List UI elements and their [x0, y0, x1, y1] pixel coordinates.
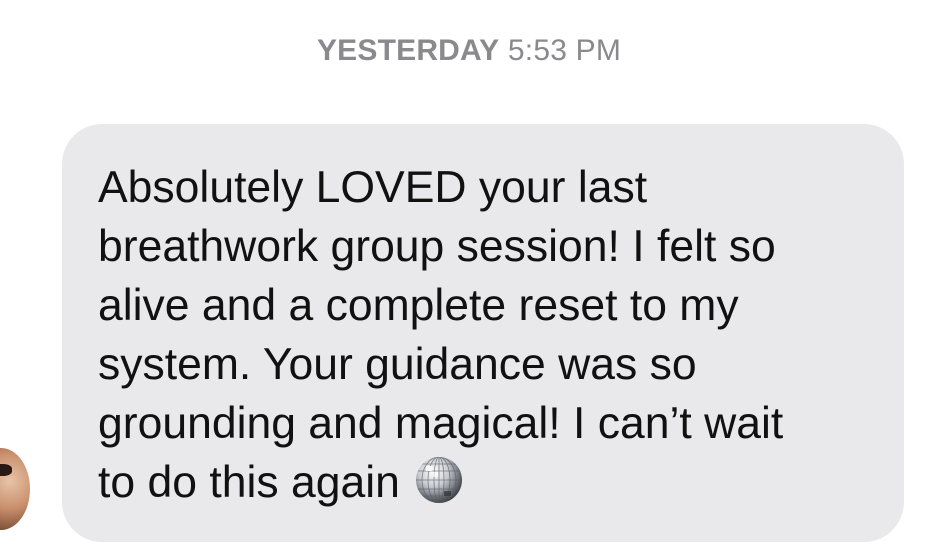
avatar-sunglasses [0, 464, 12, 476]
message-line-6: to do this again [98, 458, 400, 507]
message-line-5: grounding and magical! I can’t wait [98, 399, 784, 448]
mirror-ball-icon [414, 455, 464, 505]
incoming-message-bubble[interactable]: Absolutely LOVED your last breathwork gr… [62, 124, 904, 542]
message-line-4: system. Your guidance was so [98, 340, 697, 389]
message-timestamp: YESTERDAY 5:53 PM [0, 34, 938, 68]
timestamp-time: 5:53 PM [507, 34, 622, 67]
message-line-6-wrapper: to do this again [98, 453, 868, 512]
sender-avatar[interactable] [0, 448, 30, 530]
message-line-1: Absolutely LOVED your last [98, 163, 648, 212]
message-line-3: alive and a complete reset to my [98, 281, 739, 330]
message-line-2: breathwork group session! I felt so [98, 222, 776, 271]
timestamp-day: YESTERDAY [316, 34, 500, 67]
